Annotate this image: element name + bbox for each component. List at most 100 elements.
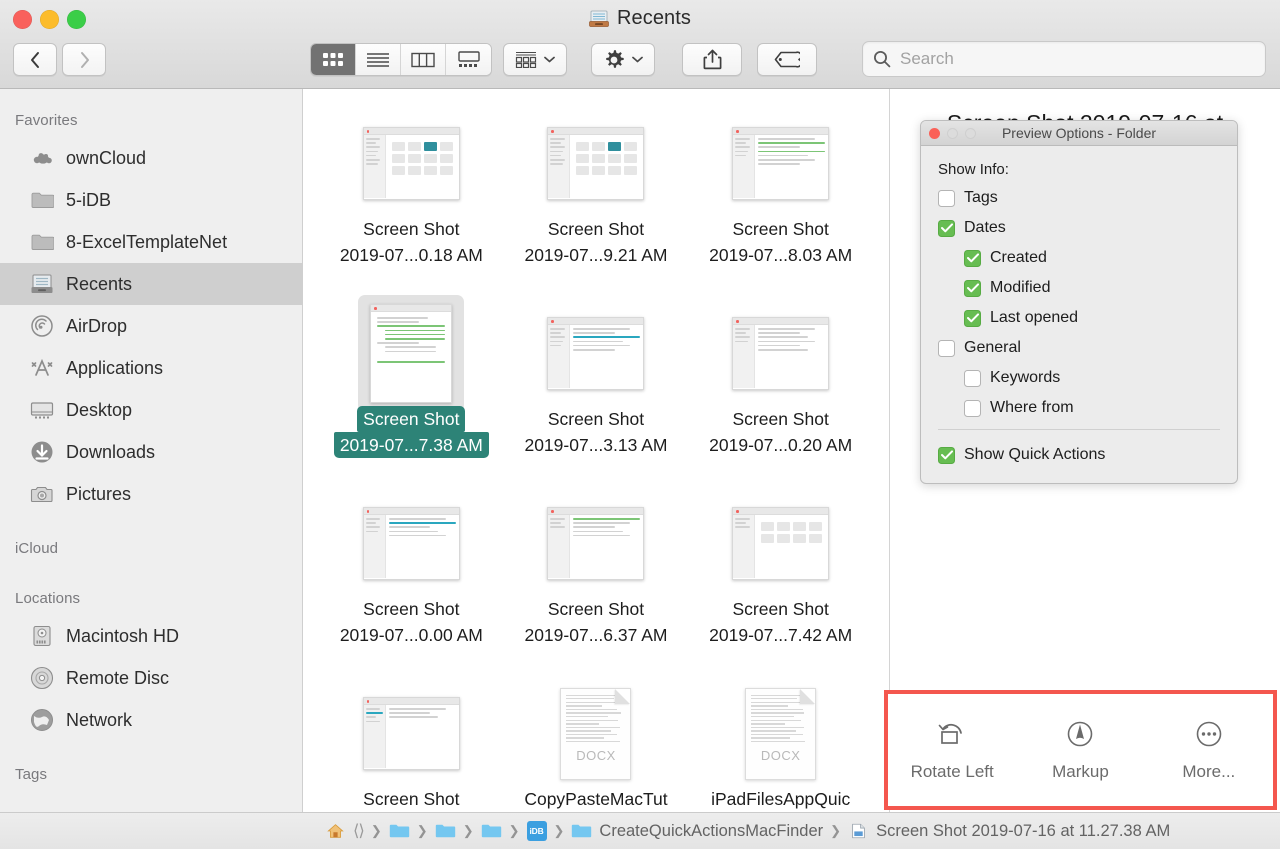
- file-item-selected[interactable]: Screen Shot 2019-07...7.38 AM: [319, 293, 504, 483]
- downloads-icon: [30, 440, 54, 464]
- checkmark-icon: [966, 253, 979, 263]
- screenshot-thumbnail: [547, 127, 645, 200]
- screenshot-thumbnail: [547, 317, 645, 390]
- screenshot-thumbnail: [362, 507, 460, 580]
- view-list-button[interactable]: [356, 44, 401, 75]
- sidebar-item-owncloud[interactable]: ownCloud: [0, 137, 302, 179]
- sidebar-item-network[interactable]: Network: [0, 699, 302, 741]
- back-button[interactable]: [13, 43, 57, 76]
- finder-window: Recents Search Favorites ownCloud 5-iDB …: [0, 0, 1280, 849]
- view-gallery-button[interactable]: [446, 44, 491, 75]
- sidebar-item-macintosh-hd[interactable]: Macintosh HD: [0, 615, 302, 657]
- checkbox[interactable]: [938, 189, 955, 207]
- checkbox[interactable]: [964, 369, 981, 387]
- network-globe-icon: [30, 708, 54, 732]
- folder-icon: [30, 188, 54, 212]
- file-item[interactable]: Screen Shot 2019-07...0.18 AM: [319, 103, 504, 293]
- file-item[interactable]: Screen Shot 2019-07...0.00 AM: [319, 483, 504, 673]
- path-bar[interactable]: ⟨⟩ ❯ ❯ ❯ ❯ iDB ❯ CreateQuickActionsMacFi…: [0, 812, 1280, 849]
- file-item[interactable]: Screen Shot 2019-07...0.20 AM: [688, 293, 873, 483]
- checkbox-row-created[interactable]: Created: [964, 249, 1220, 267]
- breadcrumb-folder[interactable]: [481, 823, 502, 839]
- breadcrumb-folder[interactable]: [389, 823, 410, 839]
- quick-action-more[interactable]: More...: [1145, 719, 1273, 782]
- file-label: Screen Shot 2019-07...0.00 AM: [340, 596, 483, 648]
- checkbox[interactable]: [964, 399, 981, 417]
- breadcrumb-idb[interactable]: iDB: [526, 821, 547, 841]
- checkbox-row-general[interactable]: General: [938, 339, 1220, 357]
- file-item[interactable]: DOCX CopyPasteMacTut: [504, 673, 689, 812]
- breadcrumb-folder[interactable]: [435, 823, 456, 839]
- file-item[interactable]: Screen Shot 2019-07...7.42 AM: [688, 483, 873, 673]
- arrange-by-button[interactable]: [503, 43, 567, 76]
- preview-options-window[interactable]: Preview Options - Folder Show Info: Tags…: [920, 120, 1238, 484]
- file-item[interactable]: DOCX iPadFilesAppQuic: [688, 673, 873, 812]
- sidebar-item-8-exceltemplatenet[interactable]: 8-ExcelTemplateNet: [0, 221, 302, 263]
- sidebar-item-label: Recents: [66, 273, 133, 294]
- checkbox-row-where-from[interactable]: Where from: [964, 399, 1220, 417]
- view-column-button[interactable]: [401, 44, 446, 75]
- breadcrumb-separator: ❯: [370, 823, 382, 838]
- checkbox-label: General: [964, 339, 1021, 356]
- file-label: Screen Shot 2019-07...0.18 AM: [340, 216, 483, 268]
- forward-button[interactable]: [62, 43, 106, 76]
- sidebar-item-applications[interactable]: Applications: [0, 347, 302, 389]
- checkbox-row-keywords[interactable]: Keywords: [964, 369, 1220, 387]
- share-button[interactable]: [682, 43, 742, 76]
- breadcrumb-label: CreateQuickActionsMacFinder: [599, 821, 824, 840]
- sidebar-item-5-idb[interactable]: 5-iDB: [0, 179, 302, 221]
- file-label-line2: 2019-07...0.20 AM: [709, 435, 853, 455]
- quick-action-label: Rotate Left: [910, 761, 994, 781]
- icon-view-icon: [323, 52, 343, 66]
- breadcrumb-createquickactionsmacfinder[interactable]: CreateQuickActionsMacFinder: [571, 822, 823, 841]
- quick-action-rotate-left[interactable]: Rotate Left: [888, 719, 1016, 782]
- checkbox[interactable]: [964, 309, 981, 327]
- quick-action-markup[interactable]: Markup: [1016, 719, 1144, 782]
- file-label-line1: CopyPasteMacTut: [524, 789, 668, 809]
- owncloud-icon: [30, 146, 54, 170]
- sidebar-item-label: 5-iDB: [66, 189, 112, 210]
- sidebar[interactable]: Favorites ownCloud 5-iDB 8-ExcelTemplate…: [0, 89, 303, 812]
- checkbox-row-show-quick-actions[interactable]: Show Quick Actions: [938, 446, 1220, 464]
- screenshot-thumbnail: [362, 127, 460, 200]
- file-item[interactable]: Screen Shot 2019-07...3.13 AM: [504, 293, 689, 483]
- checkbox[interactable]: [964, 249, 981, 267]
- checkbox-row-dates[interactable]: Dates: [938, 219, 1220, 237]
- action-menu-button[interactable]: [591, 43, 655, 76]
- tags-button[interactable]: [757, 43, 817, 76]
- divider: [938, 429, 1220, 430]
- sidebar-item-airdrop[interactable]: AirDrop: [0, 305, 302, 347]
- checkmark-icon: [966, 283, 979, 293]
- preview-options-body: Show Info: Tags Dates Created Modified L…: [921, 146, 1237, 483]
- file-label-line1: Screen Shot: [363, 219, 460, 239]
- search-field[interactable]: Search: [862, 41, 1266, 77]
- checkbox[interactable]: [938, 446, 955, 464]
- sidebar-item-desktop[interactable]: Desktop: [0, 389, 302, 431]
- folder-blue-icon: [435, 824, 455, 838]
- breadcrumb-current-file[interactable]: Screen Shot 2019-07-16 at 11.27.38 AM: [848, 822, 1170, 841]
- sidebar-item-pictures[interactable]: Pictures: [0, 473, 302, 515]
- checkbox-row-modified[interactable]: Modified: [964, 279, 1220, 297]
- checkbox[interactable]: [938, 219, 955, 237]
- checkbox[interactable]: [938, 339, 955, 357]
- file-grid-area[interactable]: Screen Shot 2019-07...0.18 AM Screen Sho…: [303, 89, 890, 812]
- file-item[interactable]: Screen Shot 2019-07...8.03 AM: [688, 103, 873, 293]
- thumbnail: DOCX: [745, 681, 817, 786]
- breadcrumb-home[interactable]: [325, 823, 346, 839]
- sidebar-item-recents[interactable]: Recents: [0, 263, 302, 305]
- file-item[interactable]: Screen Shot: [319, 673, 504, 812]
- sidebar-item-downloads[interactable]: Downloads: [0, 431, 302, 473]
- checkbox-row-last-opened[interactable]: Last opened: [964, 309, 1220, 327]
- checkbox-row-tags[interactable]: Tags: [938, 189, 1220, 207]
- sidebar-item-label: Network: [66, 709, 133, 730]
- breadcrumb-label: Screen Shot 2019-07-16 at 11.27.38 AM: [876, 821, 1171, 840]
- file-item[interactable]: Screen Shot 2019-07...6.37 AM: [504, 483, 689, 673]
- screenshot-thumbnail: [370, 304, 453, 403]
- file-label: CopyPasteMacTut: [524, 786, 667, 812]
- file-item[interactable]: Screen Shot 2019-07...9.21 AM: [504, 103, 689, 293]
- checkbox[interactable]: [964, 279, 981, 297]
- sidebar-item-remote-disc[interactable]: Remote Disc: [0, 657, 302, 699]
- view-icon-button[interactable]: [311, 44, 356, 75]
- applications-icon: [30, 356, 54, 380]
